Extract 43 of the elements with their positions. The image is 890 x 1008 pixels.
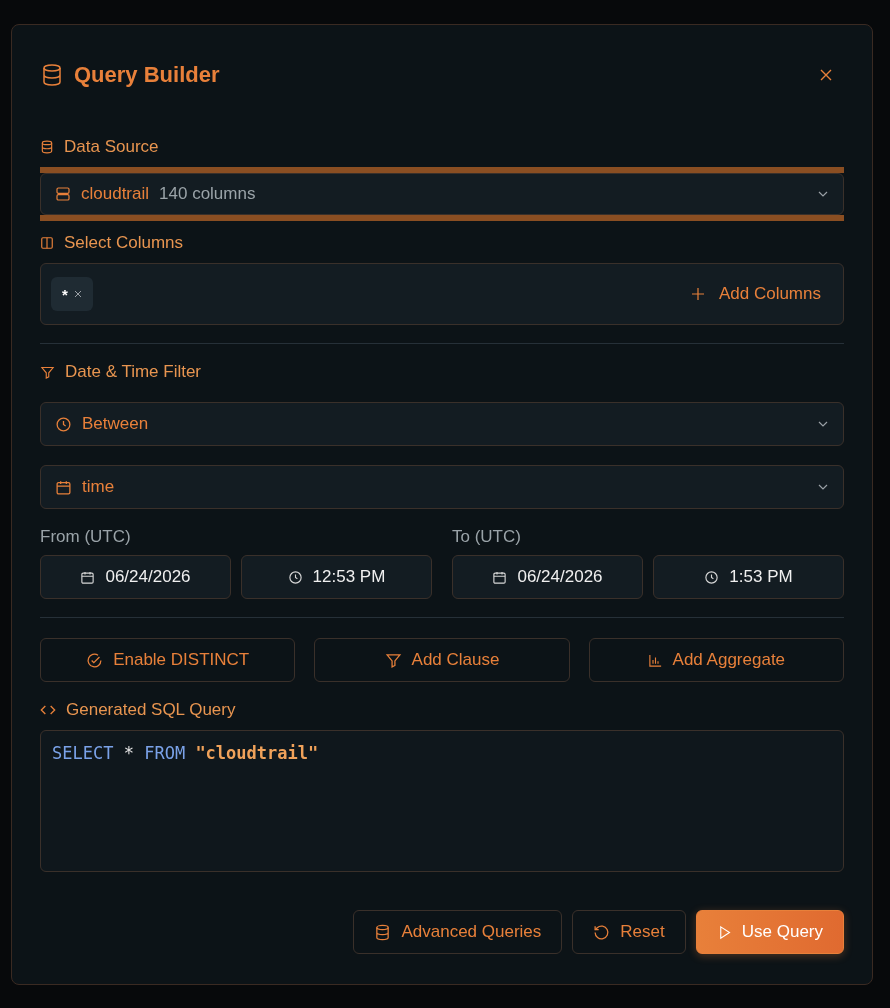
footer-button[interactable]: Advanced Queries — [353, 910, 563, 954]
clock-icon — [287, 569, 303, 585]
section-label: Data Source — [64, 137, 159, 157]
time-field-select[interactable]: time — [40, 465, 844, 509]
time-picker[interactable]: 1:53 PM — [653, 555, 844, 599]
database-icon — [40, 140, 54, 154]
date-picker[interactable]: 06/24/2026 — [40, 555, 231, 599]
check-circle-icon — [86, 651, 104, 669]
clock-icon — [55, 415, 72, 433]
database-icon — [40, 63, 64, 87]
operator-select[interactable]: Between — [40, 402, 844, 446]
calendar-icon — [80, 569, 96, 585]
section-label: Date & Time Filter — [65, 362, 202, 382]
time-picker[interactable]: 12:53 PM — [241, 555, 432, 599]
columns-field[interactable]: * Add Columns — [40, 263, 844, 325]
range-label: To (UTC) — [452, 527, 522, 547]
sql-code: SELECT * FROM "cloudtrail" — [52, 743, 319, 763]
calendar-icon — [55, 478, 72, 496]
dialog-title: Query Builder — [74, 62, 220, 88]
action-button[interactable]: Enable DISTINCT — [40, 638, 296, 682]
plus-icon — [690, 287, 705, 301]
range-label: From (UTC) — [40, 527, 132, 547]
columns-icon — [40, 236, 54, 250]
section-label: Generated SQL Query — [66, 700, 236, 720]
action-button[interactable]: Add Clause — [314, 638, 570, 682]
footer-button[interactable]: Reset — [572, 910, 686, 954]
reset-icon — [593, 923, 611, 941]
calendar-icon — [492, 569, 508, 585]
clock-icon — [704, 569, 720, 585]
action-button[interactable]: Add Aggregate — [588, 638, 844, 682]
date-picker[interactable]: 06/24/2026 — [452, 555, 643, 599]
section-label: Select Columns — [64, 233, 184, 253]
filter-icon — [384, 651, 402, 669]
filter-icon — [40, 364, 55, 380]
add-columns-button[interactable]: Add Columns — [684, 283, 833, 305]
sql-editor[interactable]: SELECT * FROM "cloudtrail" — [40, 730, 844, 872]
database-icon — [374, 923, 392, 941]
bar-chart-icon — [647, 652, 663, 668]
close-icon[interactable] — [73, 290, 82, 298]
code-icon — [40, 703, 56, 717]
data-source-select[interactable]: cloudtrail 140 columns — [40, 173, 844, 215]
server-icon — [55, 186, 71, 202]
column-chip[interactable]: * — [51, 277, 93, 311]
